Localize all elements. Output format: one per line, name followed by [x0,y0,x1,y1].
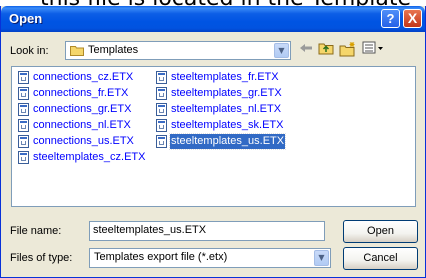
file-name-text: connections_gr.ETX [33,103,132,115]
open-dialog: Open ? X Look in: Templates ▼ connection… [0,6,426,278]
etx-file-icon [18,71,29,84]
etx-file-icon [18,103,29,116]
folder-icon [70,46,84,56]
file-list[interactable]: connections_cz.ETX connections_fr.ETX co… [11,66,416,207]
new-folder-icon[interactable] [339,41,357,59]
etx-file-icon [18,119,29,132]
etx-file-icon [18,135,29,148]
etx-file-icon [156,103,167,116]
file-type-value: Templates export file (*.etx) [94,251,228,263]
file-name-text: connections_cz.ETX [33,71,134,83]
etx-file-icon [18,87,29,100]
file-name-input[interactable]: steeltemplates_us.ETX [89,221,325,241]
close-button[interactable]: X [403,9,422,28]
file-name-text: steeltemplates_sk.ETX [171,119,284,131]
look-in-label: Look in: [10,45,49,57]
etx-file-icon [156,119,167,132]
etx-file-icon [18,151,29,164]
file-name-text: steeltemplates_us.ETX [168,133,287,150]
file-name-text: steeltemplates_fr.ETX [171,71,279,83]
file-name-text: steeltemplates_gr.ETX [171,87,282,99]
views-menu-icon[interactable] [361,41,385,59]
cancel-button[interactable]: Cancel [343,247,418,270]
look-in-value: Templates [88,44,139,56]
file-name-text: connections_us.ETX [33,135,134,147]
file-name-text: steeltemplates_nl.ETX [171,103,282,115]
open-button[interactable]: Open [343,220,418,243]
file-name-text: connections_fr.ETX [33,87,129,99]
file-name-text: connections_nl.ETX [33,119,131,131]
look-in-dropdown[interactable]: Templates ▼ [65,41,291,60]
dialog-title: Open [9,11,43,26]
etx-file-icon [156,135,167,148]
file-name-text: steeltemplates_cz.ETX [33,151,146,163]
chevron-down-icon[interactable]: ▼ [274,43,289,58]
help-button[interactable]: ? [381,9,400,28]
title-bar[interactable]: Open ? X [1,6,425,32]
etx-file-icon [156,71,167,84]
up-one-level-icon[interactable] [317,41,335,59]
etx-file-icon [156,87,167,100]
file-type-dropdown[interactable]: Templates export file (*.etx) ▼ [89,248,331,268]
file-name-label: File name: [10,225,62,237]
file-type-label: Files of type: [10,252,73,264]
back-arrow-icon[interactable] [297,41,315,59]
chevron-down-icon[interactable]: ▼ [314,250,329,266]
